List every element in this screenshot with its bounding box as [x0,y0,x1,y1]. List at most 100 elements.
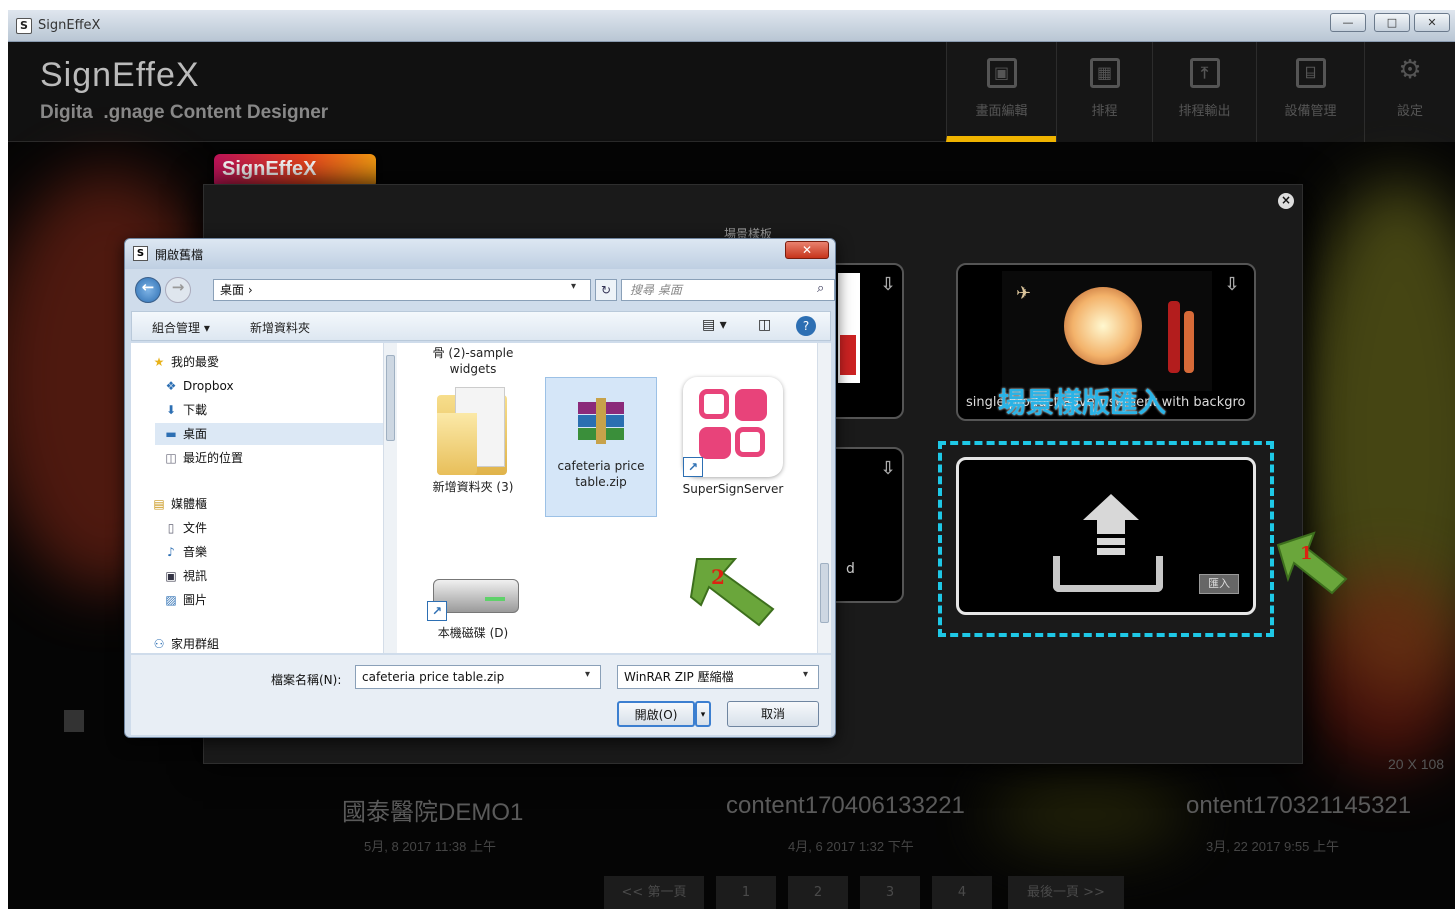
nav-screen-edit[interactable]: ▣ 畫面編輯 [946,42,1056,142]
app-icon: S [16,18,32,34]
content-title[interactable]: ontent170321145321 [1186,792,1411,820]
back-arrow-icon[interactable]: ← [135,277,161,303]
nav-item-label: 下載 [183,403,208,417]
nav-libraries[interactable]: ▤ 媒體櫃 [151,493,207,515]
nav-videos[interactable]: ▣ 視訊 [163,565,207,587]
template-card-featured[interactable]: ✈ ⇩ single product advertisement with ba… [956,263,1256,421]
scrollbar-thumb[interactable] [820,563,829,623]
nav-item-label: 視訊 [183,569,208,583]
preview-pane-icon[interactable]: ◫ [758,317,771,333]
content-title[interactable]: 國泰醫院DEMO1 [342,792,523,827]
pagination-page[interactable]: 4 [932,876,992,909]
nav-music[interactable]: ♪ 音樂 [163,541,207,563]
file-item-new-folder[interactable]: 新增資料夾 (3) [417,383,529,495]
window-title: SignEffeX [38,18,101,33]
app-brand: SignEffeX [40,56,200,94]
video-icon: ▣ [165,569,177,583]
nav-desktop[interactable]: ▬ 桌面 [155,423,383,445]
nav-label: 排程 [1091,104,1118,119]
cancel-button[interactable]: 取消 [727,701,819,727]
import-template-card[interactable]: 匯入 [956,457,1256,615]
download-icon[interactable]: ⇩ [1220,273,1244,297]
new-folder-button[interactable]: 新增資料夾 [250,319,310,336]
close-window-button[interactable]: ✕ [1414,13,1450,32]
chevron-down-icon[interactable]: ▾ [803,669,808,680]
file-label: 新增資料夾 (3) [432,480,514,494]
nav-item-label: 最近的位置 [183,451,244,465]
step-number: 2 [711,565,725,589]
file-type-select[interactable]: WinRAR ZIP 壓縮檔 [617,665,819,689]
help-icon[interactable]: ? [796,316,816,336]
device-icon: ⌸ [1295,58,1326,88]
import-button[interactable]: 匯入 [1199,574,1239,594]
nav-item-label: 桌面 [183,427,208,441]
nav-homegroup[interactable]: ⚇ 家用群組 [151,633,219,653]
tile [699,427,731,459]
nav-documents[interactable]: ▯ 文件 [163,517,207,539]
refresh-icon[interactable]: ↻ [595,279,617,301]
content-title[interactable]: content170406133221 [726,792,965,820]
upload-arrow-icon [1097,520,1125,534]
window-titlebar: S SignEffeX — □ ✕ [8,10,1455,42]
nav-dropbox[interactable]: ❖ Dropbox [163,375,234,397]
file-item-supersignserver[interactable]: ↗ SuperSignServer [677,377,789,497]
open-button[interactable]: 開啟(O) [617,701,695,727]
hard-drive-icon: ↗ [427,571,519,621]
search-input[interactable]: 搜尋 桌面 [621,279,835,301]
file-item-cafeteria-zip[interactable]: cafeteria price table.zip [545,377,657,517]
nav-favorites[interactable]: ★ 我的最愛 [151,351,219,373]
address-bar-row: ← → 桌面 › ▾ ↻ 搜尋 桌面 ⌕ [131,275,835,303]
pagination-page[interactable]: 2 [788,876,848,909]
nav-schedule-export[interactable]: ⤒ 排程輸出 [1152,42,1256,142]
recent-places-icon: ◫ [165,451,177,465]
file-list-pane: 骨 (2)-sample widgets 新增資料夾 (3) cafeteria… [397,343,817,653]
nav-settings[interactable]: ⚙ 設定 [1364,42,1455,142]
navigation-pane: ★ 我的最愛 ❖ Dropbox ⬇ 下載 ▬ 桌面 ◫ 最近的位置 ▤ 媒體櫃 ▯ 文件 ♪… [131,343,389,653]
nav-pictures[interactable]: ▨ 圖片 [163,589,207,611]
open-dropdown-button[interactable]: ▾ [695,701,711,727]
winrar-archive-icon [578,398,624,444]
file-item-local-disk-d[interactable]: ↗ 本機磁碟 (D) [417,571,529,641]
download-icon[interactable]: ⇩ [876,457,900,481]
signeffex-badge: SignEffeX [214,154,376,188]
nav-item-label: 音樂 [183,545,208,559]
minimize-button[interactable]: — [1330,13,1366,32]
forward-arrow-icon[interactable]: → [165,277,191,303]
nav-recent-places[interactable]: ◫ 最近的位置 [163,447,243,469]
nav-schedule[interactable]: ▦ 排程 [1056,42,1152,142]
document-icon: ▯ [167,521,175,535]
chevron-down-icon[interactable]: ▾ [585,669,590,680]
drive-led [485,597,505,601]
dialog-close-button[interactable]: ✕ [785,241,829,259]
tile [699,389,729,419]
file-list-scrollbar[interactable] [817,343,831,653]
download-icon[interactable]: ⇩ [876,273,900,297]
organize-button[interactable]: 組合管理 ▾ [152,319,210,336]
template-thumbnail-detail [840,335,856,375]
upload-tray-icon [1053,556,1163,592]
pagination-first[interactable]: << 第一頁 [604,876,704,909]
pagination-last[interactable]: 最後一頁 >> [1008,876,1124,909]
pagination-page[interactable]: 3 [860,876,920,909]
navigation-scrollbar[interactable] [383,343,397,653]
filename-input[interactable]: cafeteria price table.zip [355,665,601,689]
tile [735,389,767,421]
chevron-down-icon[interactable]: ▾ [571,281,576,292]
template-thumbnail: ✈ [1002,271,1212,391]
bottle-image [1168,301,1180,373]
modal-close-button[interactable]: × [1278,193,1294,209]
nav-device-management[interactable]: ⌸ 設備管理 [1256,42,1364,142]
address-input[interactable]: 桌面 › [213,279,591,301]
view-options-icon[interactable]: ▤ ▾ [702,317,727,333]
supersign-app-icon: ↗ [683,377,783,477]
file-label: SuperSignServer [682,482,784,496]
file-item-sample-widgets[interactable]: 骨 (2)-sample widgets [417,343,529,377]
dialog-title: 開啟舊檔 [155,248,204,262]
maximize-button[interactable]: □ [1374,13,1410,32]
pagination-page[interactable]: 1 [716,876,776,909]
scrollbar-thumb[interactable] [386,355,395,441]
music-icon: ♪ [167,545,175,559]
pointer-arrow-1: 1 [1276,531,1348,595]
nav-downloads[interactable]: ⬇ 下載 [163,399,207,421]
search-icon[interactable]: ⌕ [817,281,824,296]
